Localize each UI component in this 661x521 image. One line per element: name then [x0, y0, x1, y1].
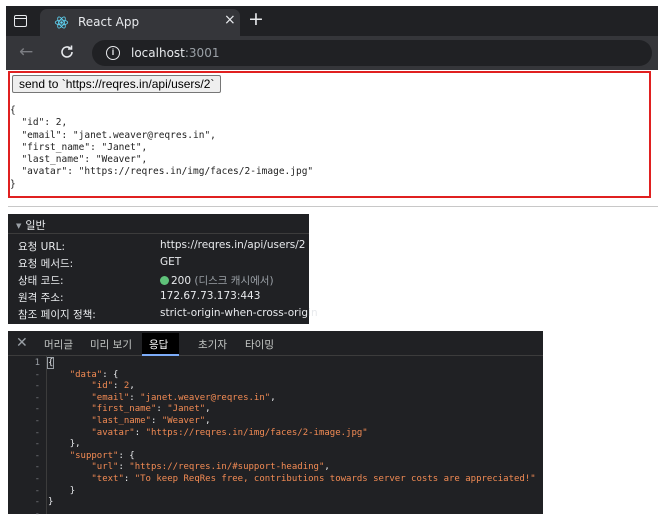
network-general-panel: ▼ 일반 요청 URL: https://reqres.in/api/users/…	[8, 214, 318, 324]
url-input[interactable]: i localhost:3001	[92, 40, 652, 66]
tab-headers[interactable]: 머리글	[44, 337, 73, 352]
general-section-header[interactable]: ▼ 일반	[8, 214, 309, 234]
close-tab-icon[interactable]: ×	[224, 12, 236, 28]
divider	[8, 206, 658, 207]
app-output-frame: send to `https://reqres.in/api/users/2` …	[8, 71, 651, 198]
response-json-viewer[interactable]: { "data": { "id": 2, "email": "janet.wea…	[46, 357, 536, 509]
status-dot-icon	[160, 276, 169, 285]
status-code: 200	[171, 275, 192, 287]
collapse-triangle-icon[interactable]: ▼	[16, 222, 21, 230]
tab-title: React App	[78, 15, 140, 29]
send-request-button[interactable]: send to `https://reqres.in/api/users/2`	[12, 75, 222, 93]
site-info-icon[interactable]: i	[106, 46, 120, 60]
react-logo-icon	[54, 16, 69, 29]
network-response-panel: ✕ 머리글 미리 보기 응답 초기자 타이밍 1 - - - - - - - -…	[8, 331, 543, 519]
back-arrow-icon[interactable]: ←	[19, 43, 33, 61]
url-text: localhost:3001	[131, 46, 220, 60]
new-tab-button[interactable]: +	[248, 8, 264, 30]
tab-response[interactable]: 응답	[149, 337, 168, 352]
line-number-gutter: 1 - - - - - - - - - - - - -	[8, 356, 47, 519]
json-output: { "id": 2, "email": "janet.weaver@reqres…	[10, 105, 314, 190]
status-note: (디스크 캐시에서)	[194, 275, 274, 287]
address-toolbar: ← i localhost:3001	[6, 36, 658, 70]
window-menu-icon[interactable]	[14, 15, 27, 27]
tab-timing[interactable]: 타이밍	[245, 337, 274, 352]
browser-tab-strip: React App × +	[6, 6, 658, 36]
tab-initiator[interactable]: 초기자	[198, 337, 227, 352]
reload-icon[interactable]	[59, 44, 75, 60]
tab-preview[interactable]: 미리 보기	[90, 337, 132, 352]
close-icon[interactable]: ✕	[16, 335, 28, 351]
browser-tab[interactable]: React App ×	[40, 9, 240, 36]
response-tabbar: ✕ 머리글 미리 보기 응답 초기자 타이밍	[8, 331, 543, 356]
